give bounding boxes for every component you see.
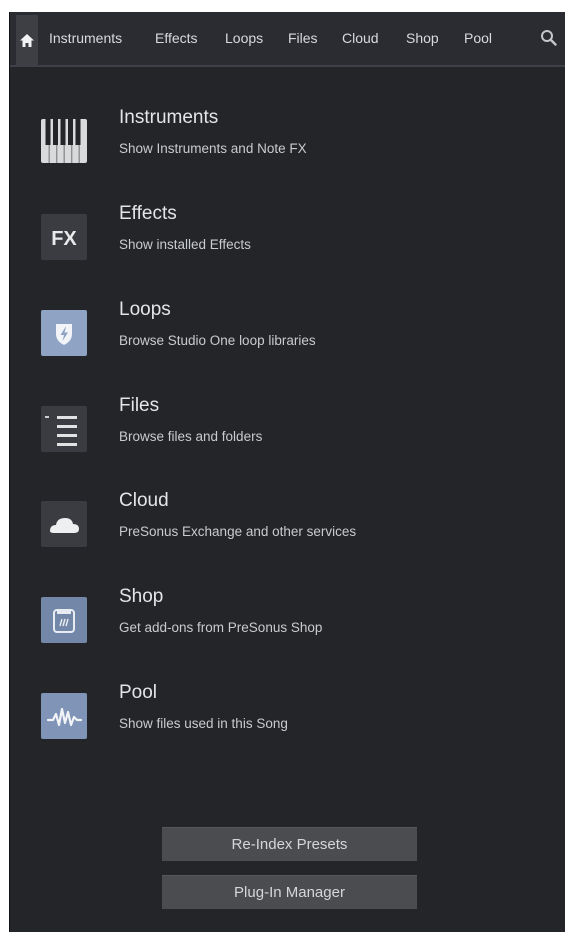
fx-icon-text: FX [51,228,77,250]
browser-item-shop[interactable]: Shop Get add-ons from PreSonus Shop [10,585,550,665]
browser-item-loops[interactable]: Loops Browse Studio One loop libraries [10,298,550,378]
search-button[interactable] [540,29,558,47]
browser-item-pool[interactable]: Pool Show files used in this Song [10,681,550,761]
fx-icon: FX [41,214,87,260]
browser-tab-bar: Instruments Effects Loops Files Cloud Sh… [10,12,565,67]
tab-cloud[interactable]: Cloud [342,28,379,48]
search-icon [540,30,558,51]
plugin-manager-button[interactable]: Plug-In Manager [162,875,417,909]
item-subtitle: Get add-ons from PreSonus Shop [119,620,323,635]
item-subtitle: PreSonus Exchange and other services [119,524,357,539]
browser-item-instruments[interactable]: Instruments Show Instruments and Note FX [10,106,550,186]
tab-instruments[interactable]: Instruments [49,28,122,48]
item-title: Shop [119,586,164,607]
browser-item-cloud[interactable]: Cloud PreSonus Exchange and other servic… [10,489,550,569]
browser-item-effects[interactable]: FX Effects Show installed Effects [10,202,550,282]
cloud-icon [41,501,87,547]
item-title: Pool [119,682,158,703]
item-subtitle: Show files used in this Song [119,716,288,731]
home-tab[interactable] [16,15,38,65]
tab-loops[interactable]: Loops [225,28,263,48]
item-subtitle: Show installed Effects [119,237,251,252]
tab-pool[interactable]: Pool [464,28,492,48]
item-subtitle: Show Instruments and Note FX [119,141,307,156]
tab-shop[interactable]: Shop [406,28,439,48]
files-list-icon [41,406,87,452]
shop-bag-icon [41,597,87,643]
item-title: Loops [119,299,171,320]
item-subtitle: Browse Studio One loop libraries [119,333,316,348]
waveform-icon [41,693,87,739]
reindex-presets-button[interactable]: Re-Index Presets [162,827,417,861]
item-title: Effects [119,203,177,224]
home-icon [20,33,34,47]
piano-keys-icon [41,118,87,164]
tab-files[interactable]: Files [288,28,318,48]
item-subtitle: Browse files and folders [119,429,263,444]
browser-item-files[interactable]: Files Browse files and folders [10,394,550,474]
item-title: Instruments [119,107,219,128]
loop-shield-icon [41,310,87,356]
browser-panel: Instruments Effects Loops Files Cloud Sh… [9,12,565,932]
item-title: Cloud [119,490,169,511]
tab-effects[interactable]: Effects [155,28,198,48]
item-title: Files [119,395,160,416]
